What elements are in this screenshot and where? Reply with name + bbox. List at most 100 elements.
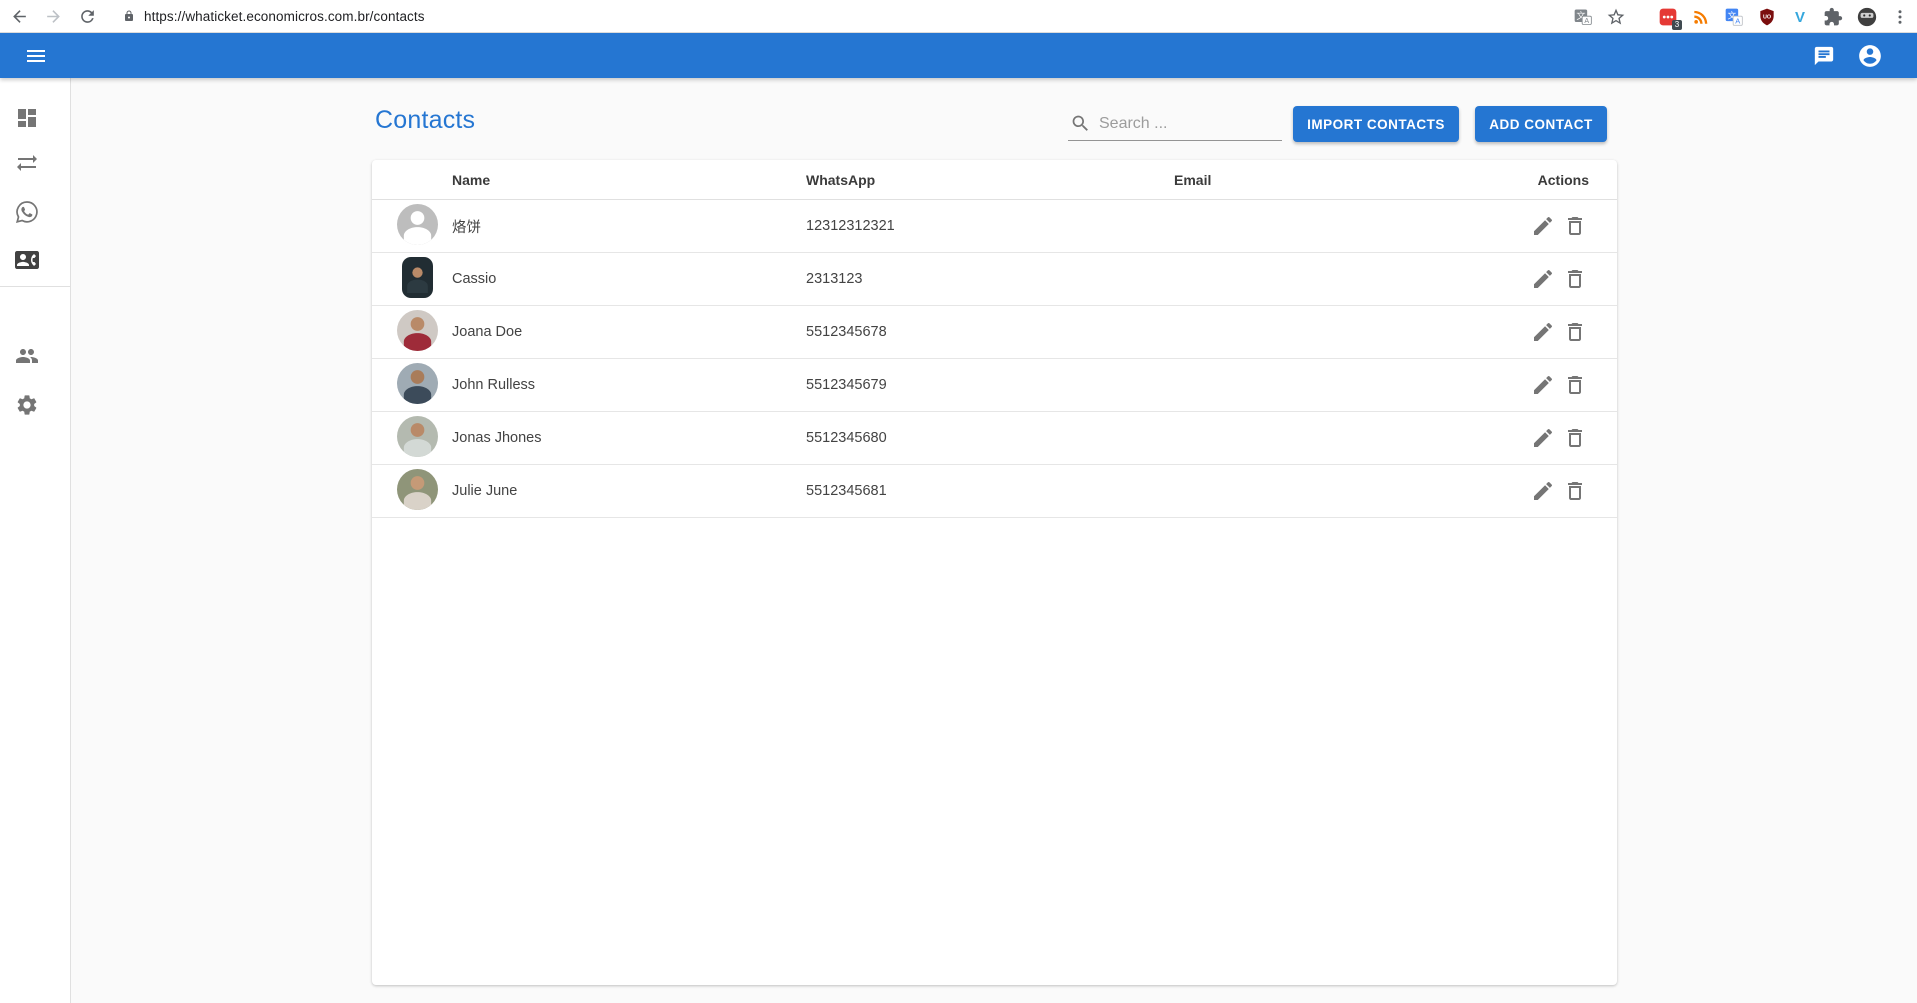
contact-avatar <box>397 469 438 510</box>
header-actions: Actions <box>1494 172 1617 188</box>
delete-contact-button[interactable] <box>1563 267 1587 291</box>
lock-icon[interactable] <box>123 10 135 22</box>
pencil-icon <box>1531 426 1555 450</box>
page-title: Contacts <box>375 106 475 135</box>
sidebar-item-connections[interactable] <box>15 200 39 224</box>
delete-contact-button[interactable] <box>1563 214 1587 238</box>
vimeo-icon[interactable]: V <box>1790 7 1810 27</box>
trash-icon <box>1563 373 1587 397</box>
table-row: John Rulless 5512345679 <box>372 359 1617 412</box>
red-extension-icon[interactable]: 3 <box>1658 7 1678 27</box>
pencil-icon <box>1531 320 1555 344</box>
google-translate-icon[interactable]: 文A <box>1724 7 1744 27</box>
pencil-icon <box>1531 373 1555 397</box>
account-circle-icon[interactable] <box>1857 43 1883 69</box>
delete-contact-button[interactable] <box>1563 320 1587 344</box>
trash-icon <box>1563 426 1587 450</box>
delete-contact-button[interactable] <box>1563 373 1587 397</box>
contact-name: Joana Doe <box>452 324 806 340</box>
chat-icon[interactable] <box>1813 45 1835 67</box>
contact-avatar <box>402 257 433 298</box>
contact-avatar <box>397 204 438 245</box>
back-arrow-icon[interactable] <box>10 7 29 26</box>
contacts-card: Name WhatsApp Email Actions 烙饼 123123123… <box>372 160 1617 985</box>
swap-arrows-icon <box>15 151 39 175</box>
contact-whatsapp: 5512345681 <box>806 483 1174 499</box>
reload-icon[interactable] <box>78 7 97 26</box>
contact-card-icon <box>15 248 39 272</box>
add-contact-button[interactable]: ADD CONTACT <box>1475 106 1607 142</box>
contact-avatar <box>397 416 438 457</box>
search-field <box>1068 108 1282 141</box>
extension-badge: 3 <box>1672 20 1682 30</box>
contact-name: Julie June <box>452 483 806 499</box>
header-email: Email <box>1174 172 1494 188</box>
contact-whatsapp: 5512345680 <box>806 430 1174 446</box>
edit-contact-button[interactable] <box>1531 320 1555 344</box>
pencil-icon <box>1531 214 1555 238</box>
sidebar-item-dashboard[interactable] <box>15 106 39 130</box>
edit-contact-button[interactable] <box>1531 479 1555 503</box>
forward-arrow-icon[interactable] <box>44 7 63 26</box>
browser-toolbar: https://whaticket.economicros.com.br/con… <box>0 0 1917 33</box>
header-name: Name <box>452 172 806 188</box>
svg-text:A: A <box>1584 16 1589 24</box>
edit-contact-button[interactable] <box>1531 426 1555 450</box>
sidebar-item-users[interactable] <box>15 344 39 368</box>
edit-contact-button[interactable] <box>1531 373 1555 397</box>
table-row: Joana Doe 5512345678 <box>372 306 1617 359</box>
search-input[interactable] <box>1099 115 1282 133</box>
trash-icon <box>1563 267 1587 291</box>
table-row: 烙饼 12312312321 <box>372 200 1617 253</box>
pencil-icon <box>1531 267 1555 291</box>
header-whatsapp: WhatsApp <box>806 172 1174 188</box>
dashboard-icon <box>15 106 39 130</box>
address-bar[interactable]: https://whaticket.economicros.com.br/con… <box>123 9 425 24</box>
trash-icon <box>1563 214 1587 238</box>
table-row: Jonas Jhones 5512345680 <box>372 412 1617 465</box>
sidebar-divider <box>0 286 71 287</box>
contact-whatsapp: 2313123 <box>806 271 1174 287</box>
gear-icon <box>15 393 39 417</box>
whatsapp-icon <box>15 200 39 224</box>
sidebar <box>0 78 71 1003</box>
table-row: Julie June 5512345681 <box>372 465 1617 518</box>
trash-icon <box>1563 479 1587 503</box>
rss-feed-icon[interactable] <box>1691 7 1711 27</box>
svg-text:V: V <box>1795 9 1805 26</box>
delete-contact-button[interactable] <box>1563 426 1587 450</box>
svg-text:UO: UO <box>1763 14 1771 20</box>
app-bar <box>0 33 1917 78</box>
bookmark-star-icon[interactable] <box>1606 7 1626 27</box>
contact-name: Jonas Jhones <box>452 430 806 446</box>
search-icon <box>1070 113 1091 134</box>
contact-name: John Rulless <box>452 377 806 393</box>
people-icon <box>15 344 39 368</box>
url-text[interactable]: https://whaticket.economicros.com.br/con… <box>144 9 425 24</box>
contact-name: 烙饼 <box>452 216 806 237</box>
page-translate-icon[interactable]: 文A <box>1573 7 1593 27</box>
edit-contact-button[interactable] <box>1531 267 1555 291</box>
ublock-origin-icon[interactable]: UO <box>1757 7 1777 27</box>
trash-icon <box>1563 320 1587 344</box>
import-contacts-button[interactable]: IMPORT CONTACTS <box>1293 106 1459 142</box>
pencil-icon <box>1531 479 1555 503</box>
contact-name: Cassio <box>452 271 806 287</box>
contact-avatar <box>397 310 438 351</box>
edit-contact-button[interactable] <box>1531 214 1555 238</box>
sidebar-item-contacts[interactable] <box>15 248 39 272</box>
contact-whatsapp: 5512345679 <box>806 377 1174 393</box>
contact-whatsapp: 12312312321 <box>806 218 1174 234</box>
delete-contact-button[interactable] <box>1563 479 1587 503</box>
sidebar-item-tickets[interactable] <box>15 151 39 175</box>
contact-avatar <box>397 363 438 404</box>
main-content: Contacts IMPORT CONTACTS ADD CONTACT Nam… <box>71 78 1917 1003</box>
sidebar-item-settings[interactable] <box>15 393 39 417</box>
contact-whatsapp: 5512345678 <box>806 324 1174 340</box>
extensions-puzzle-icon[interactable] <box>1823 7 1843 27</box>
table-row: Cassio 2313123 <box>372 253 1617 306</box>
svg-text:A: A <box>1735 16 1740 25</box>
menu-icon[interactable] <box>24 44 48 68</box>
browser-menu-icon[interactable] <box>1891 8 1909 26</box>
profile-avatar-icon[interactable] <box>1856 6 1878 28</box>
